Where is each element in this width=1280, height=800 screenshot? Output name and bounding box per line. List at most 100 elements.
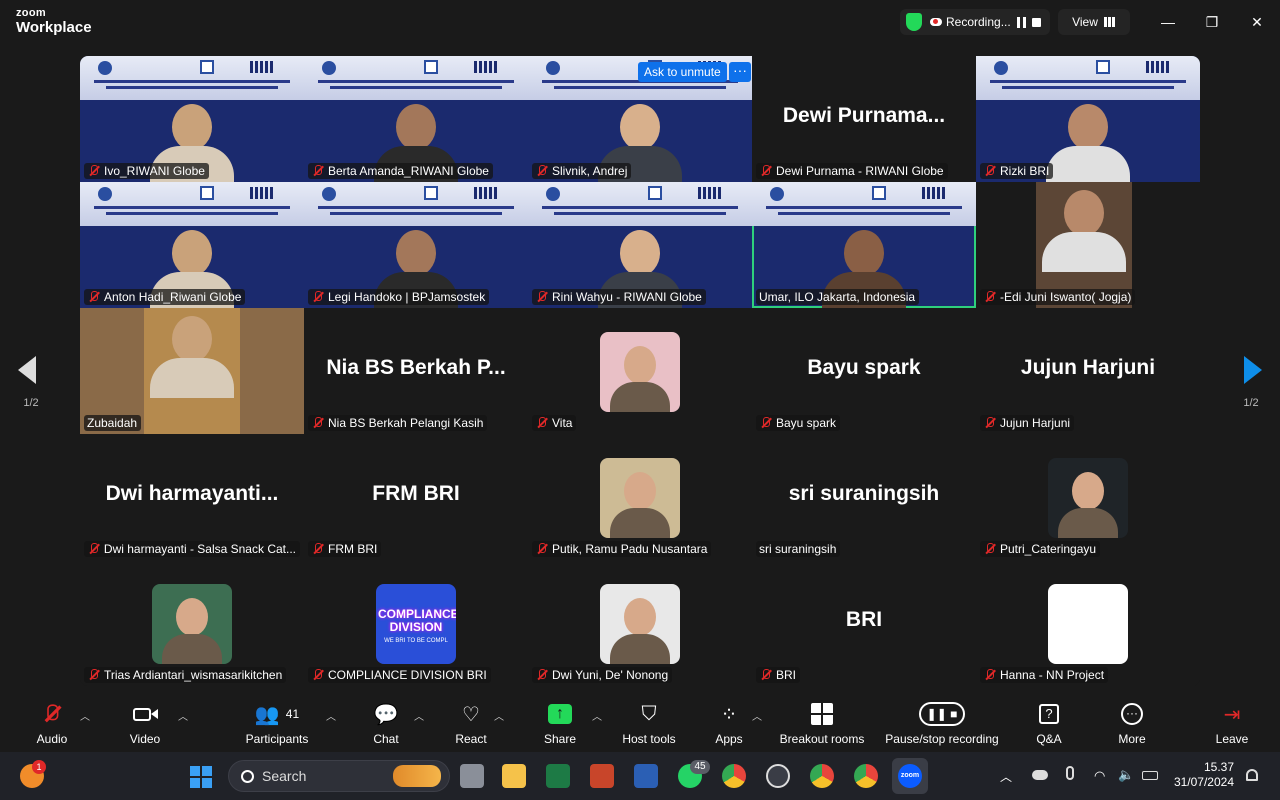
participant-nameplate: Rini Wahyu - RIWANI Globe — [532, 289, 706, 305]
close-icon[interactable]: ✕ — [1247, 12, 1267, 32]
view-button[interactable]: View — [1058, 9, 1130, 35]
participant-nameplate: Putik, Ramu Padu Nusantara — [532, 541, 712, 557]
recording-indicator[interactable]: Recording... — [900, 9, 1050, 35]
participant-name: COMPLIANCE DIVISION BRI — [328, 668, 487, 682]
participant-tile[interactable]: Legi Handoko | BPJamsostek — [304, 182, 528, 308]
system-clock[interactable]: 15.37 31/07/2024 — [1168, 760, 1234, 790]
file-explorer-icon[interactable] — [502, 764, 526, 788]
chrome-icon[interactable] — [722, 764, 746, 788]
pause-recording-icon[interactable] — [1016, 16, 1026, 28]
audio-button[interactable]: Audio — [28, 700, 76, 750]
react-button[interactable]: ♡ React — [448, 700, 494, 750]
participant-tile[interactable]: Vita — [528, 308, 752, 434]
more-button[interactable]: ··· More — [1112, 700, 1152, 750]
participant-tile[interactable]: Umar, ILO Jakarta, Indonesia — [752, 182, 976, 308]
chat-button[interactable]: 💬 Chat — [364, 700, 408, 750]
participant-tile[interactable]: Nia BS Berkah P... Nia BS Berkah Pelangi … — [304, 308, 528, 434]
participant-tile[interactable]: Dewi Purnama... Dewi Purnama - RIWANI Glo… — [752, 56, 976, 182]
webinar-banner — [304, 182, 528, 226]
mic-muted-icon — [87, 542, 101, 556]
media-player-icon[interactable] — [766, 764, 790, 788]
participant-tile[interactable]: Berta Amanda_RIWANI Globe — [304, 56, 528, 182]
chat-options-caret[interactable]: ︿ — [414, 708, 424, 723]
microphone-icon[interactable] — [1066, 766, 1074, 780]
participants-options-caret[interactable]: ︿ — [326, 708, 336, 723]
host-tools-button[interactable]: ⛉ Host tools — [618, 700, 680, 750]
participant-tile[interactable]: Dwi Yuni, De' Nonong — [528, 560, 752, 686]
participant-name: Vita — [552, 416, 573, 430]
participant-nameplate: Rizki BRI — [980, 163, 1054, 179]
video-options-caret[interactable]: ︿ — [178, 708, 188, 723]
mic-muted-icon — [759, 668, 773, 682]
powerpoint-icon[interactable] — [590, 764, 614, 788]
participant-avatar — [600, 584, 680, 664]
participant-tile[interactable]: Bayu spark Bayu spark — [752, 308, 976, 434]
speaker-icon[interactable]: 🔈 — [1118, 767, 1134, 783]
task-view-icon[interactable] — [460, 764, 484, 788]
apps-label: Apps — [715, 732, 743, 746]
participant-video — [144, 308, 240, 434]
participant-tile[interactable]: Ivo_RIWANI Globe — [80, 56, 304, 182]
stop-recording-icon[interactable] — [1031, 17, 1041, 27]
share-arrow-icon: ↑ — [548, 704, 572, 724]
leave-button[interactable]: ⇥ Leave — [1210, 700, 1254, 750]
participant-tile[interactable]: Rini Wahyu - RIWANI Globe — [528, 182, 752, 308]
battery-icon[interactable] — [1142, 771, 1158, 780]
participant-tile[interactable]: Putik, Ramu Padu Nusantara — [528, 434, 752, 560]
tile-more-button[interactable]: ··· — [729, 62, 751, 82]
participant-tile[interactable]: COMPLIANCE DIVISION WE BRI TO BE COMPL COM… — [304, 560, 528, 686]
react-options-caret[interactable]: ︿ — [494, 708, 504, 723]
host-tools-label: Host tools — [622, 732, 676, 746]
participants-button[interactable]: 👥 41 Participants — [238, 700, 316, 750]
qa-button[interactable]: ? Q&A — [1030, 700, 1068, 750]
participant-nameplate: Berta Amanda_RIWANI Globe — [308, 163, 493, 179]
participant-tile[interactable]: Trias Ardiantari_wismasarikitchen — [80, 560, 304, 686]
audio-options-caret[interactable]: ︿ — [80, 708, 90, 723]
participant-tile[interactable]: Dwi harmayanti... Dwi harmayanti - Salsa … — [80, 434, 304, 560]
participant-tile[interactable]: Jujun Harjuni Jujun Harjuni — [976, 308, 1200, 434]
next-page-arrow[interactable] — [1244, 356, 1262, 384]
participant-name: Zubaidah — [87, 416, 138, 430]
webinar-banner — [80, 56, 304, 100]
breakout-rooms-button[interactable]: Breakout rooms — [776, 700, 868, 750]
minimize-icon[interactable]: — — [1158, 12, 1178, 32]
participant-tile[interactable]: Zubaidah — [80, 308, 304, 434]
participant-nameplate: Ivo_RIWANI Globe — [84, 163, 209, 179]
participant-tile[interactable]: Putri_Cateringayu — [976, 434, 1200, 560]
participant-tile[interactable]: Rizki BRI — [976, 56, 1200, 182]
video-button[interactable]: Video — [120, 700, 170, 750]
onedrive-icon[interactable] — [1032, 770, 1048, 780]
word-icon[interactable] — [634, 764, 658, 788]
participant-tile[interactable]: sri suraningsih sri suraningsih — [752, 434, 976, 560]
mic-muted-icon — [983, 164, 997, 178]
meeting-controls: Audio ︿ Video ︿ 👥 41 Participants ︿ 💬 Cha… — [0, 694, 1280, 752]
windows-taskbar: 1 Search 45 zoom ︿ ◠ 🔈 15.37 31/07/2024 — [0, 752, 1280, 800]
zoom-app-icon[interactable]: zoom — [892, 758, 928, 794]
wifi-icon[interactable]: ◠ — [1094, 768, 1105, 784]
restore-icon[interactable]: ❐ — [1202, 12, 1222, 32]
share-button[interactable]: ↑ Share — [538, 700, 582, 750]
windows-start-icon[interactable] — [190, 766, 212, 788]
prev-page-arrow[interactable] — [18, 356, 36, 384]
participant-name: Dewi Purnama - RIWANI Globe — [776, 164, 944, 178]
ask-to-unmute-button[interactable]: Ask to unmute — [638, 62, 727, 82]
mic-muted-icon — [535, 290, 549, 304]
excel-icon[interactable] — [546, 764, 570, 788]
apps-options-caret[interactable]: ︿ — [752, 708, 762, 723]
more-label: More — [1118, 732, 1146, 746]
participant-tile[interactable]: Anton Hadi_Riwani Globe — [80, 182, 304, 308]
participant-nameplate: BRI — [756, 667, 801, 683]
chrome-profile-2-icon[interactable] — [854, 764, 878, 788]
participant-tile[interactable]: FRM BRI FRM BRI — [304, 434, 528, 560]
taskbar-search[interactable]: Search — [228, 760, 450, 792]
chrome-profile-icon[interactable] — [810, 764, 834, 788]
tray-chevron-icon[interactable]: ︿ — [1000, 768, 1012, 785]
participant-tile[interactable]: -Edi Juni Iswanto( Jogja) — [976, 182, 1200, 308]
participant-tile[interactable]: Hanna - NN Project — [976, 560, 1200, 686]
notification-bell-icon[interactable] — [1246, 769, 1258, 781]
share-options-caret[interactable]: ︿ — [592, 708, 602, 723]
pause-stop-recording-button[interactable]: ❚❚ ■ Pause/stop recording — [880, 700, 1004, 750]
participant-tile[interactable]: BRI BRI — [752, 560, 976, 686]
apps-button[interactable]: ⁘ Apps — [710, 700, 748, 750]
question-icon: ? — [1030, 700, 1068, 728]
